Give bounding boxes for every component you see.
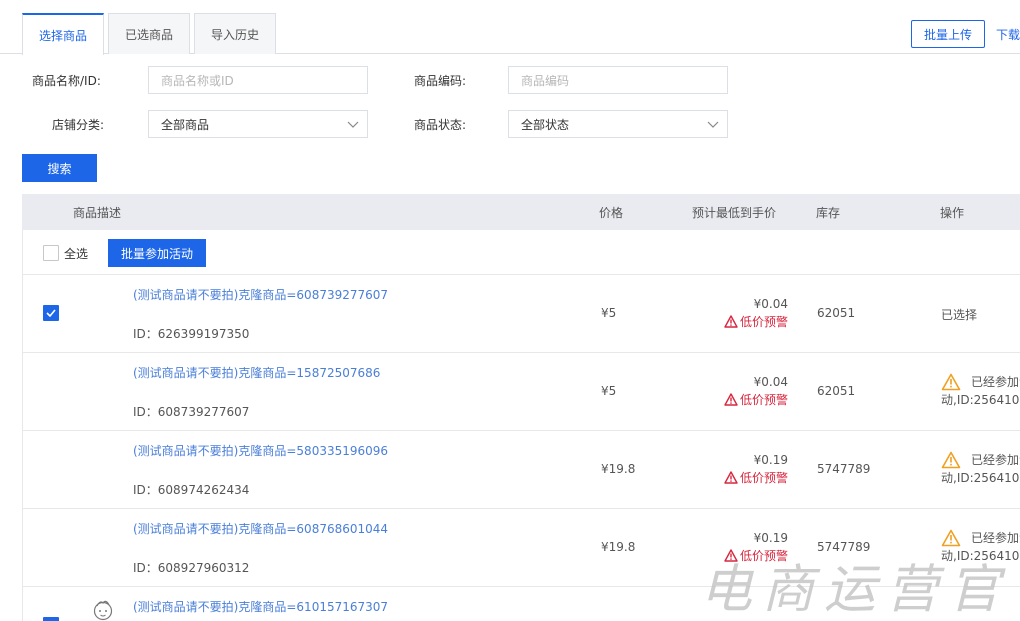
name-id-placeholder: 商品名称或ID [161, 73, 234, 88]
header-price: 价格 [599, 205, 624, 220]
op-line2: 动,ID:25641095 [941, 549, 1020, 563]
op-line1: 已经参加活 [971, 375, 1020, 389]
batch-join-button[interactable]: 批量参加活动 [108, 239, 206, 267]
price: ¥5 [601, 306, 617, 320]
op-line2: 动,ID:25641095 [941, 471, 1020, 485]
check-icon [46, 309, 56, 317]
price: ¥19.8 [601, 540, 636, 554]
row-checkbox[interactable] [43, 617, 59, 621]
batch-upload-button[interactable]: 批量上传 [911, 20, 985, 48]
category-select[interactable]: 全部商品 [148, 110, 368, 138]
header-op: 操作 [940, 205, 965, 220]
name-id-label: 商品名称/ID: [32, 73, 101, 88]
product-id: ID：608927960312 [133, 561, 250, 575]
code-label: 商品编码: [413, 73, 466, 88]
alert-icon [941, 529, 961, 547]
code-input[interactable]: 商品编码 [508, 66, 728, 94]
tab-import-history[interactable]: 导入历史 [194, 13, 276, 54]
est-price: ¥0.19 [753, 453, 788, 467]
product-id: ID：626399197350 [133, 327, 250, 341]
alert-icon [941, 451, 961, 469]
tab-selected-products[interactable]: 已选商品 [108, 13, 190, 54]
select-all-checkbox[interactable] [43, 245, 59, 261]
op-joined-status: 已经参加活 动,ID:25641095 [941, 451, 1020, 487]
op-line1: 已经参加活 [971, 531, 1020, 545]
warning-label: 低价预警 [739, 393, 788, 407]
warning-icon [724, 549, 738, 562]
header-est-price: 预计最低到手价 [692, 205, 777, 220]
alert-icon [941, 373, 961, 391]
warning-label: 低价预警 [739, 549, 788, 563]
product-id: ID：608974262434 [133, 483, 250, 497]
tab-bar: 选择商品 已选商品 导入历史 批量上传 下载 [0, 0, 1020, 55]
op-line2: 动,ID:25641095 [941, 393, 1020, 407]
est-price: ¥0.04 [753, 375, 788, 389]
op-joined-status: 已经参加活 动,ID:25641095 [941, 529, 1020, 565]
row-checkbox[interactable] [43, 305, 59, 321]
table-header: 商品描述 价格 预计最低到手价 库存 操作 [22, 194, 1020, 230]
tab-select-products[interactable]: 选择商品 [22, 13, 104, 55]
low-price-warning: 低价预警 [713, 313, 788, 330]
est-price-cell: ¥0.19 低价预警 [713, 531, 788, 564]
name-id-input[interactable]: 商品名称或ID [148, 66, 368, 94]
stock: 62051 [817, 384, 856, 398]
header-stock: 库存 [816, 205, 841, 220]
product-title-link[interactable]: (测试商品请不要拍)克隆商品=608768601044 [133, 520, 388, 537]
chevron-down-icon [707, 121, 719, 128]
warning-icon [724, 471, 738, 484]
op-joined-status: 已经参加活 动,ID:25641095 [941, 373, 1020, 409]
product-title-link[interactable]: (测试商品请不要拍)克隆商品=15872507686 [133, 364, 380, 381]
status-label: 商品状态: [413, 117, 466, 132]
header-desc: 商品描述 [73, 205, 122, 220]
search-button[interactable]: 搜索 [22, 154, 97, 182]
category-label: 店铺分类: [51, 117, 104, 132]
chevron-down-icon [347, 121, 359, 128]
warning-label: 低价预警 [739, 471, 788, 485]
product-id: ID：608739277607 [133, 405, 250, 419]
low-price-warning: 低价预警 [713, 547, 788, 564]
select-all-label: 全选 [64, 247, 89, 261]
warning-label: 低价预警 [739, 315, 788, 329]
avatar-icon [93, 600, 113, 621]
product-title-link[interactable]: (测试商品请不要拍)克隆商品=608739277607 [133, 286, 388, 303]
status-value: 全部状态 [521, 117, 570, 132]
code-placeholder: 商品编码 [521, 73, 570, 88]
warning-icon [724, 393, 738, 406]
est-price-cell: ¥0.04 低价预警 [713, 297, 788, 330]
est-price: ¥0.19 [753, 531, 788, 545]
category-value: 全部商品 [161, 117, 210, 132]
op-status: 已选择 [941, 308, 978, 322]
download-link[interactable]: 下载 [996, 20, 1020, 48]
est-price-cell: ¥0.04 低价预警 [713, 375, 788, 408]
low-price-warning: 低价预警 [713, 469, 788, 486]
warning-icon [724, 315, 738, 328]
low-price-warning: 低价预警 [713, 391, 788, 408]
table-row: (测试商品请不要拍)克隆商品=580335196096 ID：608974262… [22, 431, 1020, 509]
stock: 5747789 [817, 462, 871, 476]
stock: 62051 [817, 306, 856, 320]
price: ¥5 [601, 384, 617, 398]
table-row: (测试商品请不要拍)克隆商品=610157167307 [22, 587, 1020, 621]
status-select[interactable]: 全部状态 [508, 110, 728, 138]
product-title-link[interactable]: (测试商品请不要拍)克隆商品=580335196096 [133, 442, 388, 459]
product-title-link[interactable]: (测试商品请不要拍)克隆商品=610157167307 [133, 598, 388, 615]
op-line1: 已经参加活 [971, 453, 1020, 467]
batch-action-row: 全选 批量参加活动 [22, 230, 1020, 275]
table-row: (测试商品请不要拍)克隆商品=608739277607 ID：626399197… [22, 275, 1020, 353]
est-price-cell: ¥0.19 低价预警 [713, 453, 788, 486]
stock: 5747789 [817, 540, 871, 554]
table-row: (测试商品请不要拍)克隆商品=608768601044 ID：608927960… [22, 509, 1020, 587]
table-row: (测试商品请不要拍)克隆商品=15872507686 ID：6087392776… [22, 353, 1020, 431]
price: ¥19.8 [601, 462, 636, 476]
est-price: ¥0.04 [753, 297, 788, 311]
